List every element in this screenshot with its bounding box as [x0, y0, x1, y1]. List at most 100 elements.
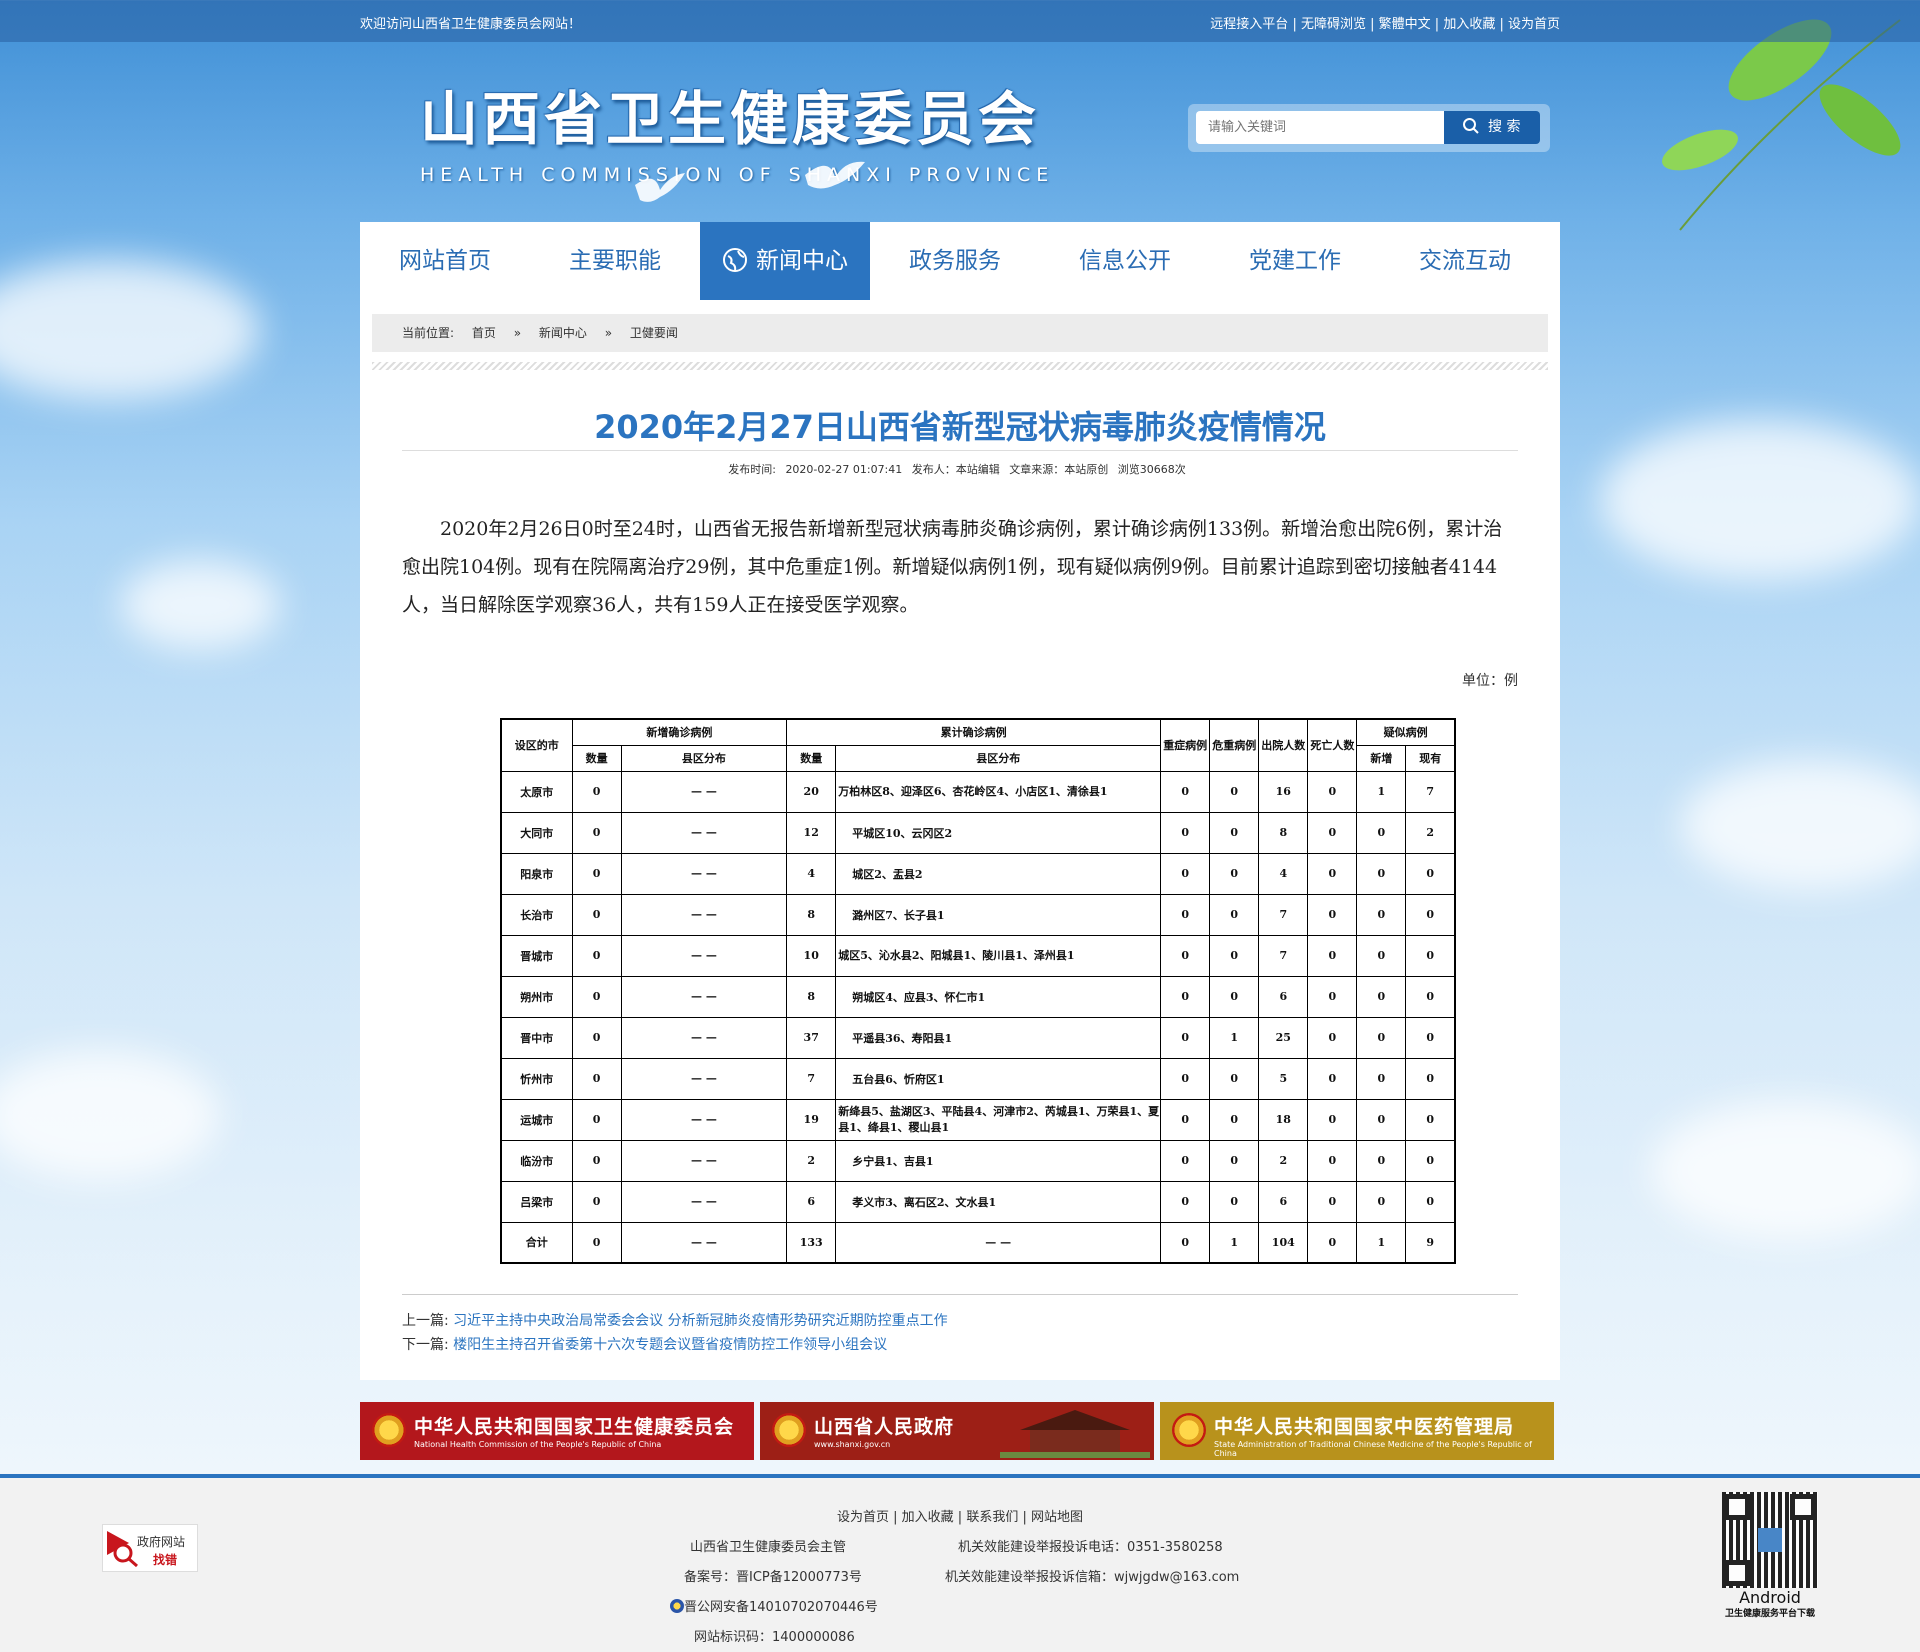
cell-cum-count: 8 — [786, 975, 837, 1018]
header-city: 设区的市 — [500, 718, 573, 772]
cell-deaths: 0 — [1307, 770, 1358, 813]
cell-city: 阳泉市 — [500, 852, 573, 895]
cell-city: 吕梁市 — [500, 1180, 573, 1223]
cell-severe: 0 — [1160, 1139, 1211, 1182]
footer-email: 机关效能建设举报投诉信箱：wjwjgdw@163.com — [945, 1570, 1240, 1585]
header-severe: 重症病例 — [1160, 718, 1211, 772]
footer-links: 设为首页 | 加入收藏 | 联系我们 | 网站地图 — [836, 1510, 1084, 1525]
cell-deaths: 0 — [1307, 1139, 1358, 1182]
nav-party-building[interactable]: 党建工作 — [1210, 222, 1380, 300]
cell-sus-current: 0 — [1405, 893, 1456, 936]
cell-sus-new: 0 — [1356, 893, 1407, 936]
cell-critical: 0 — [1209, 852, 1260, 895]
table-row: 大同市 0— —12 平城区10、云冈区2 0 0 8 0 0 2 — [500, 811, 1456, 854]
cell-new-county: — — — [620, 934, 788, 977]
cell-city: 合计 — [500, 1221, 573, 1264]
banner-nhc[interactable]: 中华人民共和国国家卫生健康委员会 National Health Commiss… — [360, 1402, 754, 1460]
cell-cum-county: — — — [835, 1221, 1162, 1264]
footer-icp[interactable]: 备案号：晋ICP备12000773号 — [684, 1566, 862, 1585]
site-logo[interactable]: 山西省卫生健康委员会 HEALTH COMMISSION OF SHANXI P… — [420, 72, 1120, 192]
nav-news-center[interactable]: 新闻中心 — [700, 222, 870, 300]
remote-access-link[interactable]: 远程接入平台 — [1210, 17, 1288, 32]
table-row: 朔州市 0— —8 朔城区4、应县3、怀仁市1 0 0 6 0 0 0 — [500, 975, 1456, 1018]
table-row: 忻州市 0— —7 五台县6、忻府区1 0 0 5 0 0 0 — [500, 1057, 1456, 1100]
footer-add-favorite[interactable]: 加入收藏 — [902, 1510, 954, 1525]
cell-deaths: 0 — [1307, 934, 1358, 977]
footer-set-homepage[interactable]: 设为首页 — [837, 1510, 889, 1525]
cell-new-count: 0 — [571, 1180, 622, 1223]
cell-cum-county: 新绛县5、盐湖区3、平陆县4、河津市2、芮城县1、万荣县1、夏县1、绛县1、稷山… — [835, 1098, 1162, 1141]
publish-time: 2020-02-27 01:07:41 — [785, 463, 903, 476]
search-button[interactable]: 搜 索 — [1444, 111, 1540, 144]
cell-critical: 0 — [1209, 1180, 1260, 1223]
cell-critical: 0 — [1209, 893, 1260, 936]
cell-new-count: 0 — [571, 1139, 622, 1182]
cell-severe: 0 — [1160, 1057, 1211, 1100]
table-row: 太原市 0— —20 万柏林区8、迎泽区6、杏花岭区4、小店区1、清徐县1 0 0 16 0… — [500, 770, 1456, 813]
prev-article-link[interactable]: 习近平主持中央政治局常委会会议 分析新冠肺炎疫情形势研究近期防控重点工作 — [453, 1313, 947, 1329]
footer-sitemap[interactable]: 网站地图 — [1031, 1510, 1083, 1525]
qr-code — [1722, 1492, 1818, 1588]
banner-tcm[interactable]: 中华人民共和国国家中医药管理局 State Administration of … — [1160, 1402, 1554, 1460]
main-nav: 网站首页 主要职能 新闻中心 政务服务 信息公开 党建工作 交流互动 — [360, 222, 1560, 300]
header-critical: 危重病例 — [1209, 718, 1260, 772]
cloud-decoration — [1680, 760, 1920, 890]
cell-sus-current: 9 — [1405, 1221, 1456, 1264]
cell-new-county: — — — [620, 1180, 788, 1223]
footer-police[interactable]: 晋公网安备14010702070446号 — [670, 1596, 878, 1615]
accessibility-link[interactable]: 无障碍浏览 — [1301, 17, 1366, 32]
cloud-decoration — [1600, 420, 1920, 580]
add-favorite-link[interactable]: 加入收藏 — [1443, 17, 1495, 32]
cell-new-county: — — — [620, 770, 788, 813]
cell-sus-new: 0 — [1356, 1139, 1407, 1182]
cell-sus-current: 0 — [1405, 1139, 1456, 1182]
cell-sus-current: 7 — [1405, 770, 1456, 813]
nav-home[interactable]: 网站首页 — [360, 222, 530, 300]
cell-cum-count: 12 — [786, 811, 837, 854]
footer: 设为首页 | 加入收藏 | 联系我们 | 网站地图 山西省卫生健康委员会主管 机… — [0, 1474, 1920, 1652]
table-unit: 单位：例 — [1462, 673, 1518, 689]
cell-city: 运城市 — [500, 1098, 573, 1141]
cell-city: 晋城市 — [500, 934, 573, 977]
next-article-link[interactable]: 楼阳生主持召开省委第十六次专题会议暨省疫情防控工作领导小组会议 — [453, 1337, 887, 1353]
footer-contact[interactable]: 联系我们 — [966, 1510, 1018, 1525]
breadcrumb-home[interactable]: 首页 — [472, 326, 496, 340]
gov-badge-text: 政府网站 — [137, 1535, 186, 1549]
header-county: 县区分布 — [835, 744, 1162, 772]
banner-shanxi-gov[interactable]: 山西省人民政府 www.shanxi.gov.cn — [760, 1402, 1154, 1460]
cell-cum-count: 2 — [786, 1139, 837, 1182]
gov-site-error-badge[interactable]: 政府网站 找错 — [102, 1524, 198, 1572]
nav-interaction[interactable]: 交流互动 — [1380, 222, 1550, 300]
cell-severe: 0 — [1160, 975, 1211, 1018]
set-homepage-link[interactable]: 设为首页 — [1508, 17, 1560, 32]
epidemic-table: 设区的市 新增确诊病例 累计确诊病例 重症病例 危重病例 出院人数 死亡人数 疑… — [500, 718, 1456, 1264]
cell-severe: 0 — [1160, 1180, 1211, 1223]
cell-severe: 0 — [1160, 1098, 1211, 1141]
cell-deaths: 0 — [1307, 1221, 1358, 1264]
table-row: 运城市 0— —19 新绛县5、盐湖区3、平陆县4、河津市2、芮城县1、万荣县1、夏… — [500, 1098, 1456, 1141]
cell-sus-current: 2 — [1405, 811, 1456, 854]
nav-gov-services[interactable]: 政务服务 — [870, 222, 1040, 300]
cell-sus-new: 0 — [1356, 811, 1407, 854]
banner-title: 中华人民共和国国家卫生健康委员会 — [414, 1416, 735, 1438]
traditional-chinese-link[interactable]: 繁體中文 — [1379, 17, 1431, 32]
cell-cum-county: 城区2、盂县2 — [835, 852, 1162, 895]
cell-cum-county: 平城区10、云冈区2 — [835, 811, 1162, 854]
cell-critical: 0 — [1209, 1098, 1260, 1141]
cell-cum-county: 乡宁县1、吉县1 — [835, 1139, 1162, 1182]
national-emblem-icon — [372, 1413, 406, 1447]
table-row: 晋城市 0— —10 城区5、沁水县2、阳城县1、陵川县1、泽州县1 0 0 7 0 0 0 — [500, 934, 1456, 977]
breadcrumb-current[interactable]: 卫健要闻 — [630, 326, 678, 340]
cell-cum-count: 6 — [786, 1180, 837, 1223]
cell-new-county: — — — [620, 852, 788, 895]
footer-host: 山西省卫生健康委员会主管 — [690, 1540, 847, 1555]
cell-sus-current: 0 — [1405, 1057, 1456, 1100]
cell-cum-count: 19 — [786, 1098, 837, 1141]
cell-deaths: 0 — [1307, 852, 1358, 895]
nav-functions[interactable]: 主要职能 — [530, 222, 700, 300]
cell-deaths: 0 — [1307, 1098, 1358, 1141]
breadcrumb-news-center[interactable]: 新闻中心 — [539, 326, 587, 340]
search-input[interactable] — [1196, 111, 1452, 144]
nav-info-disclosure[interactable]: 信息公开 — [1040, 222, 1210, 300]
banner-subtitle: State Administration of Traditional Chin… — [1214, 1440, 1532, 1458]
